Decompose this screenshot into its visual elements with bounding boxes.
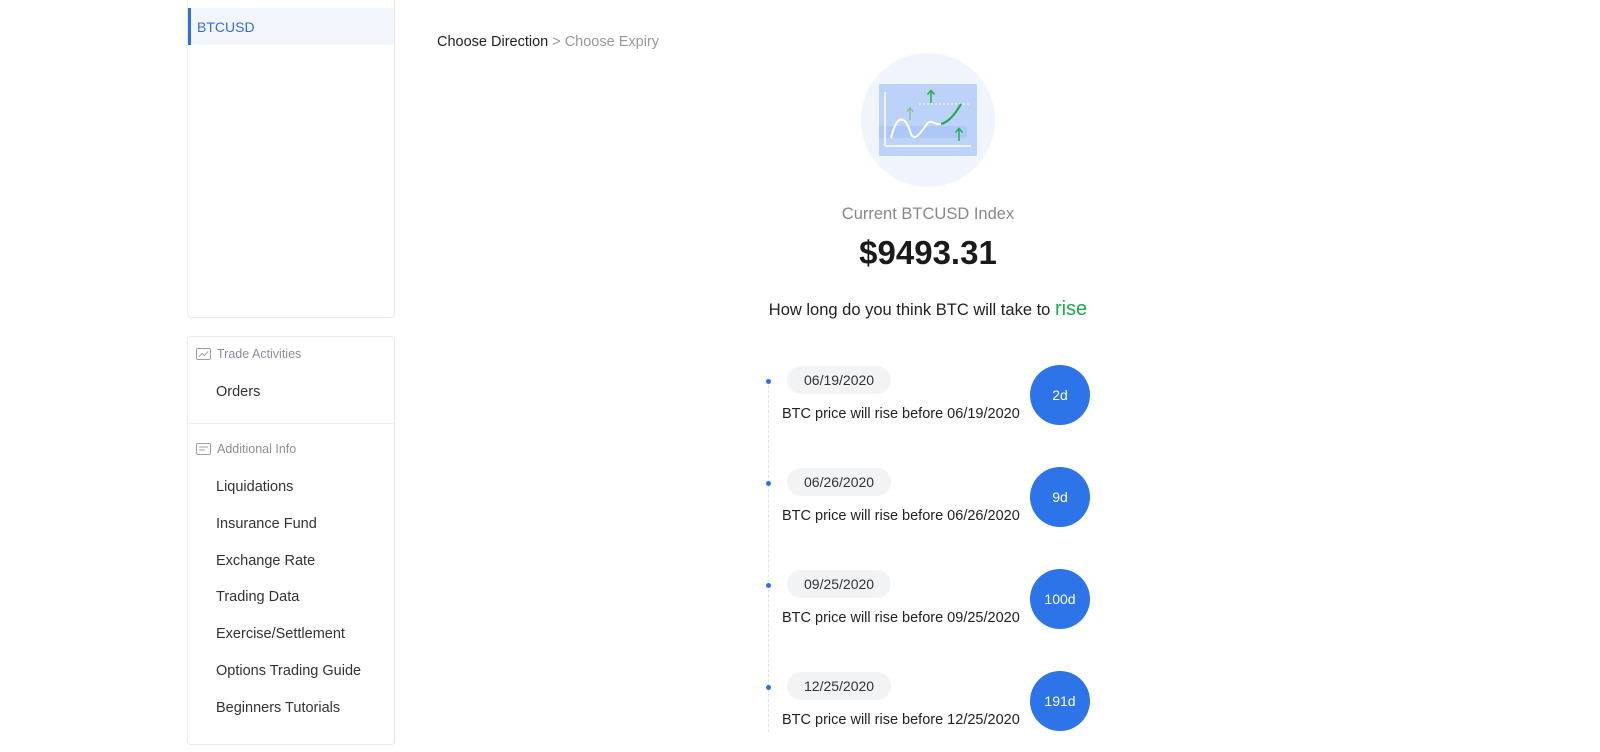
expiry-date-pill: 06/19/2020 [787, 366, 892, 394]
group-title: Additional Info [217, 442, 297, 456]
breadcrumb-choose-direction[interactable]: Choose Direction [437, 34, 548, 50]
breadcrumb: Choose Direction > Choose Expiry [437, 34, 659, 50]
days-to-expiry-button[interactable]: 100d [1030, 569, 1090, 629]
expiry-date-pill: 06/26/2020 [787, 468, 892, 496]
expiry-description: BTC price will rise before 09/25/2020 [782, 610, 1020, 626]
nav-link-exchange-rate[interactable]: Exchange Rate [216, 551, 315, 571]
days-to-expiry-button[interactable]: 2d [1030, 365, 1090, 425]
days-to-expiry-button[interactable]: 191d [1030, 671, 1090, 731]
breadcrumb-choose-expiry: Choose Expiry [564, 34, 659, 50]
expiry-description: BTC price will rise before 12/25/2020 [782, 712, 1020, 728]
instrument-panel: BTCUSD [187, 0, 395, 318]
rising-chart-icon [879, 84, 977, 156]
expiry-description: BTC price will rise before 06/19/2020 [782, 406, 1020, 422]
instrument-item-btcusd[interactable]: BTCUSD [188, 8, 394, 45]
expiry-description: BTC price will rise before 06/26/2020 [782, 508, 1020, 524]
days-to-expiry-button[interactable]: 9d [1030, 467, 1090, 527]
expiry-option[interactable]: 09/25/2020 BTC price will rise before 09… [0, 569, 1600, 640]
group-header-additional-info: Additional Info [196, 442, 296, 456]
chart-icon [196, 348, 211, 360]
direction-question: How long do you think BTC will take to r… [700, 298, 1156, 321]
timeline-dot [766, 685, 771, 690]
timeline-dot [766, 379, 771, 384]
expiry-option[interactable]: 06/26/2020 BTC price will rise before 06… [0, 467, 1600, 538]
question-text: How long do you think BTC will take to [768, 301, 1051, 319]
document-icon [196, 443, 211, 455]
rising-chart-illustration [861, 53, 995, 187]
index-price: $9493.31 [859, 234, 997, 271]
expiry-option[interactable]: 06/19/2020 BTC price will rise before 06… [0, 365, 1600, 436]
group-header-trade-activities: Trade Activities [196, 347, 301, 361]
timeline-dot [766, 481, 771, 486]
group-title: Trade Activities [217, 347, 302, 361]
expiry-date-pill: 12/25/2020 [787, 672, 892, 700]
direction-word: rise [1054, 298, 1088, 320]
expiry-date-pill: 09/25/2020 [787, 570, 892, 598]
index-label: Current BTCUSD Index [841, 205, 1015, 223]
expiry-option[interactable]: 12/25/2020 BTC price will rise before 12… [0, 671, 1600, 742]
timeline-dot [766, 583, 771, 588]
breadcrumb-separator: > [552, 34, 561, 50]
